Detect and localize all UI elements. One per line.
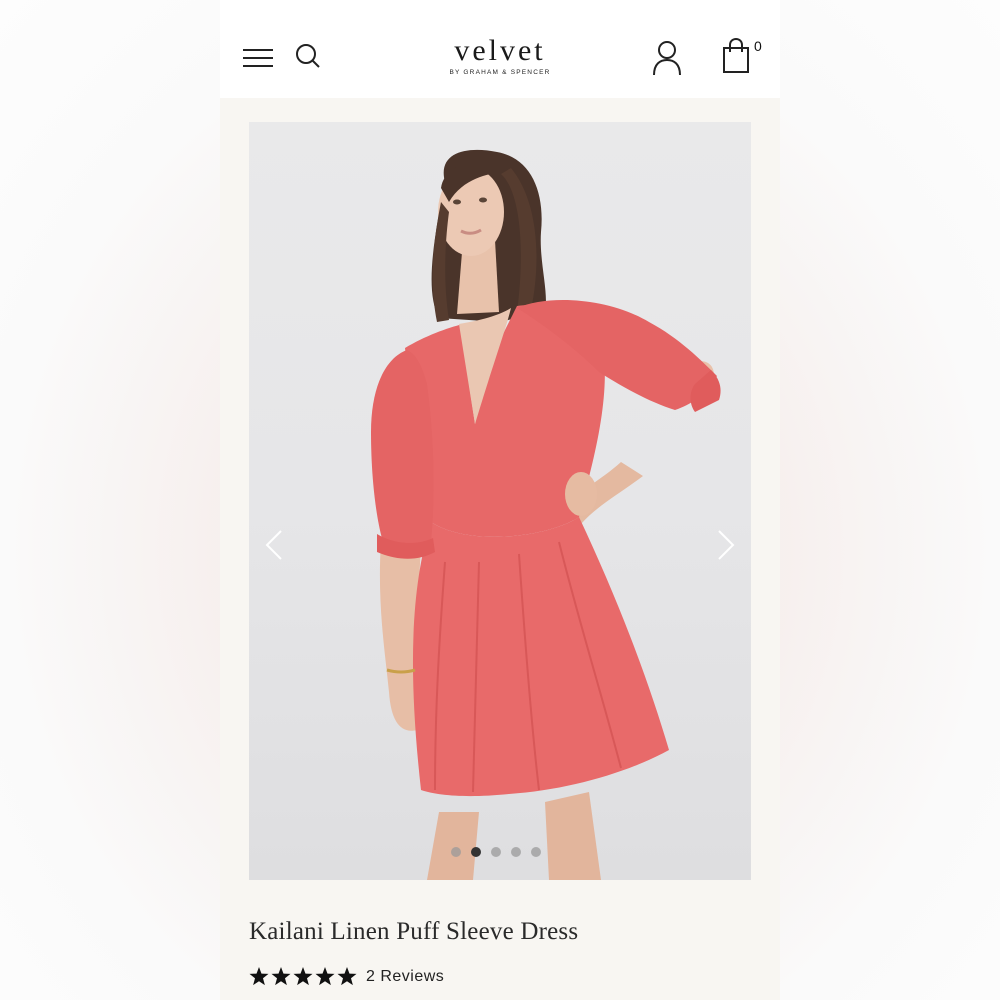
slide-dot[interactable] bbox=[451, 847, 461, 857]
slide-dot[interactable] bbox=[511, 847, 521, 857]
product-page: velvet BY GRAHAM & SPENCER 0 Kailani Lin… bbox=[220, 0, 780, 1000]
product-title: Kailani Linen Puff Sleeve Dress bbox=[249, 918, 579, 945]
brand-logo[interactable]: velvet BY GRAHAM & SPENCER bbox=[420, 34, 580, 77]
slide-dot[interactable] bbox=[471, 847, 481, 857]
star-icon bbox=[249, 967, 269, 986]
product-image bbox=[371, 149, 721, 880]
search-icon[interactable] bbox=[294, 42, 322, 70]
chevron-left-icon[interactable] bbox=[263, 527, 285, 563]
star-icon bbox=[293, 967, 313, 986]
slide-dot[interactable] bbox=[531, 847, 541, 857]
logo-subtitle: BY GRAHAM & SPENCER bbox=[449, 69, 551, 76]
star-icon bbox=[271, 967, 291, 986]
star-rating bbox=[249, 967, 357, 986]
shopping-bag-icon[interactable]: 0 bbox=[722, 37, 762, 76]
star-icon bbox=[315, 967, 335, 986]
slide-dot[interactable] bbox=[491, 847, 501, 857]
product-image-gallery[interactable] bbox=[249, 122, 751, 880]
menu-icon[interactable] bbox=[242, 46, 274, 70]
site-header: velvet BY GRAHAM & SPENCER 0 bbox=[220, 0, 780, 98]
account-icon[interactable] bbox=[652, 40, 682, 76]
chevron-right-icon[interactable] bbox=[715, 527, 737, 563]
reviews-link[interactable]: 2 Reviews bbox=[366, 968, 444, 986]
cart-count-badge: 0 bbox=[754, 38, 762, 54]
star-icon bbox=[337, 967, 357, 986]
logo-wordmark: velvet bbox=[454, 34, 546, 67]
